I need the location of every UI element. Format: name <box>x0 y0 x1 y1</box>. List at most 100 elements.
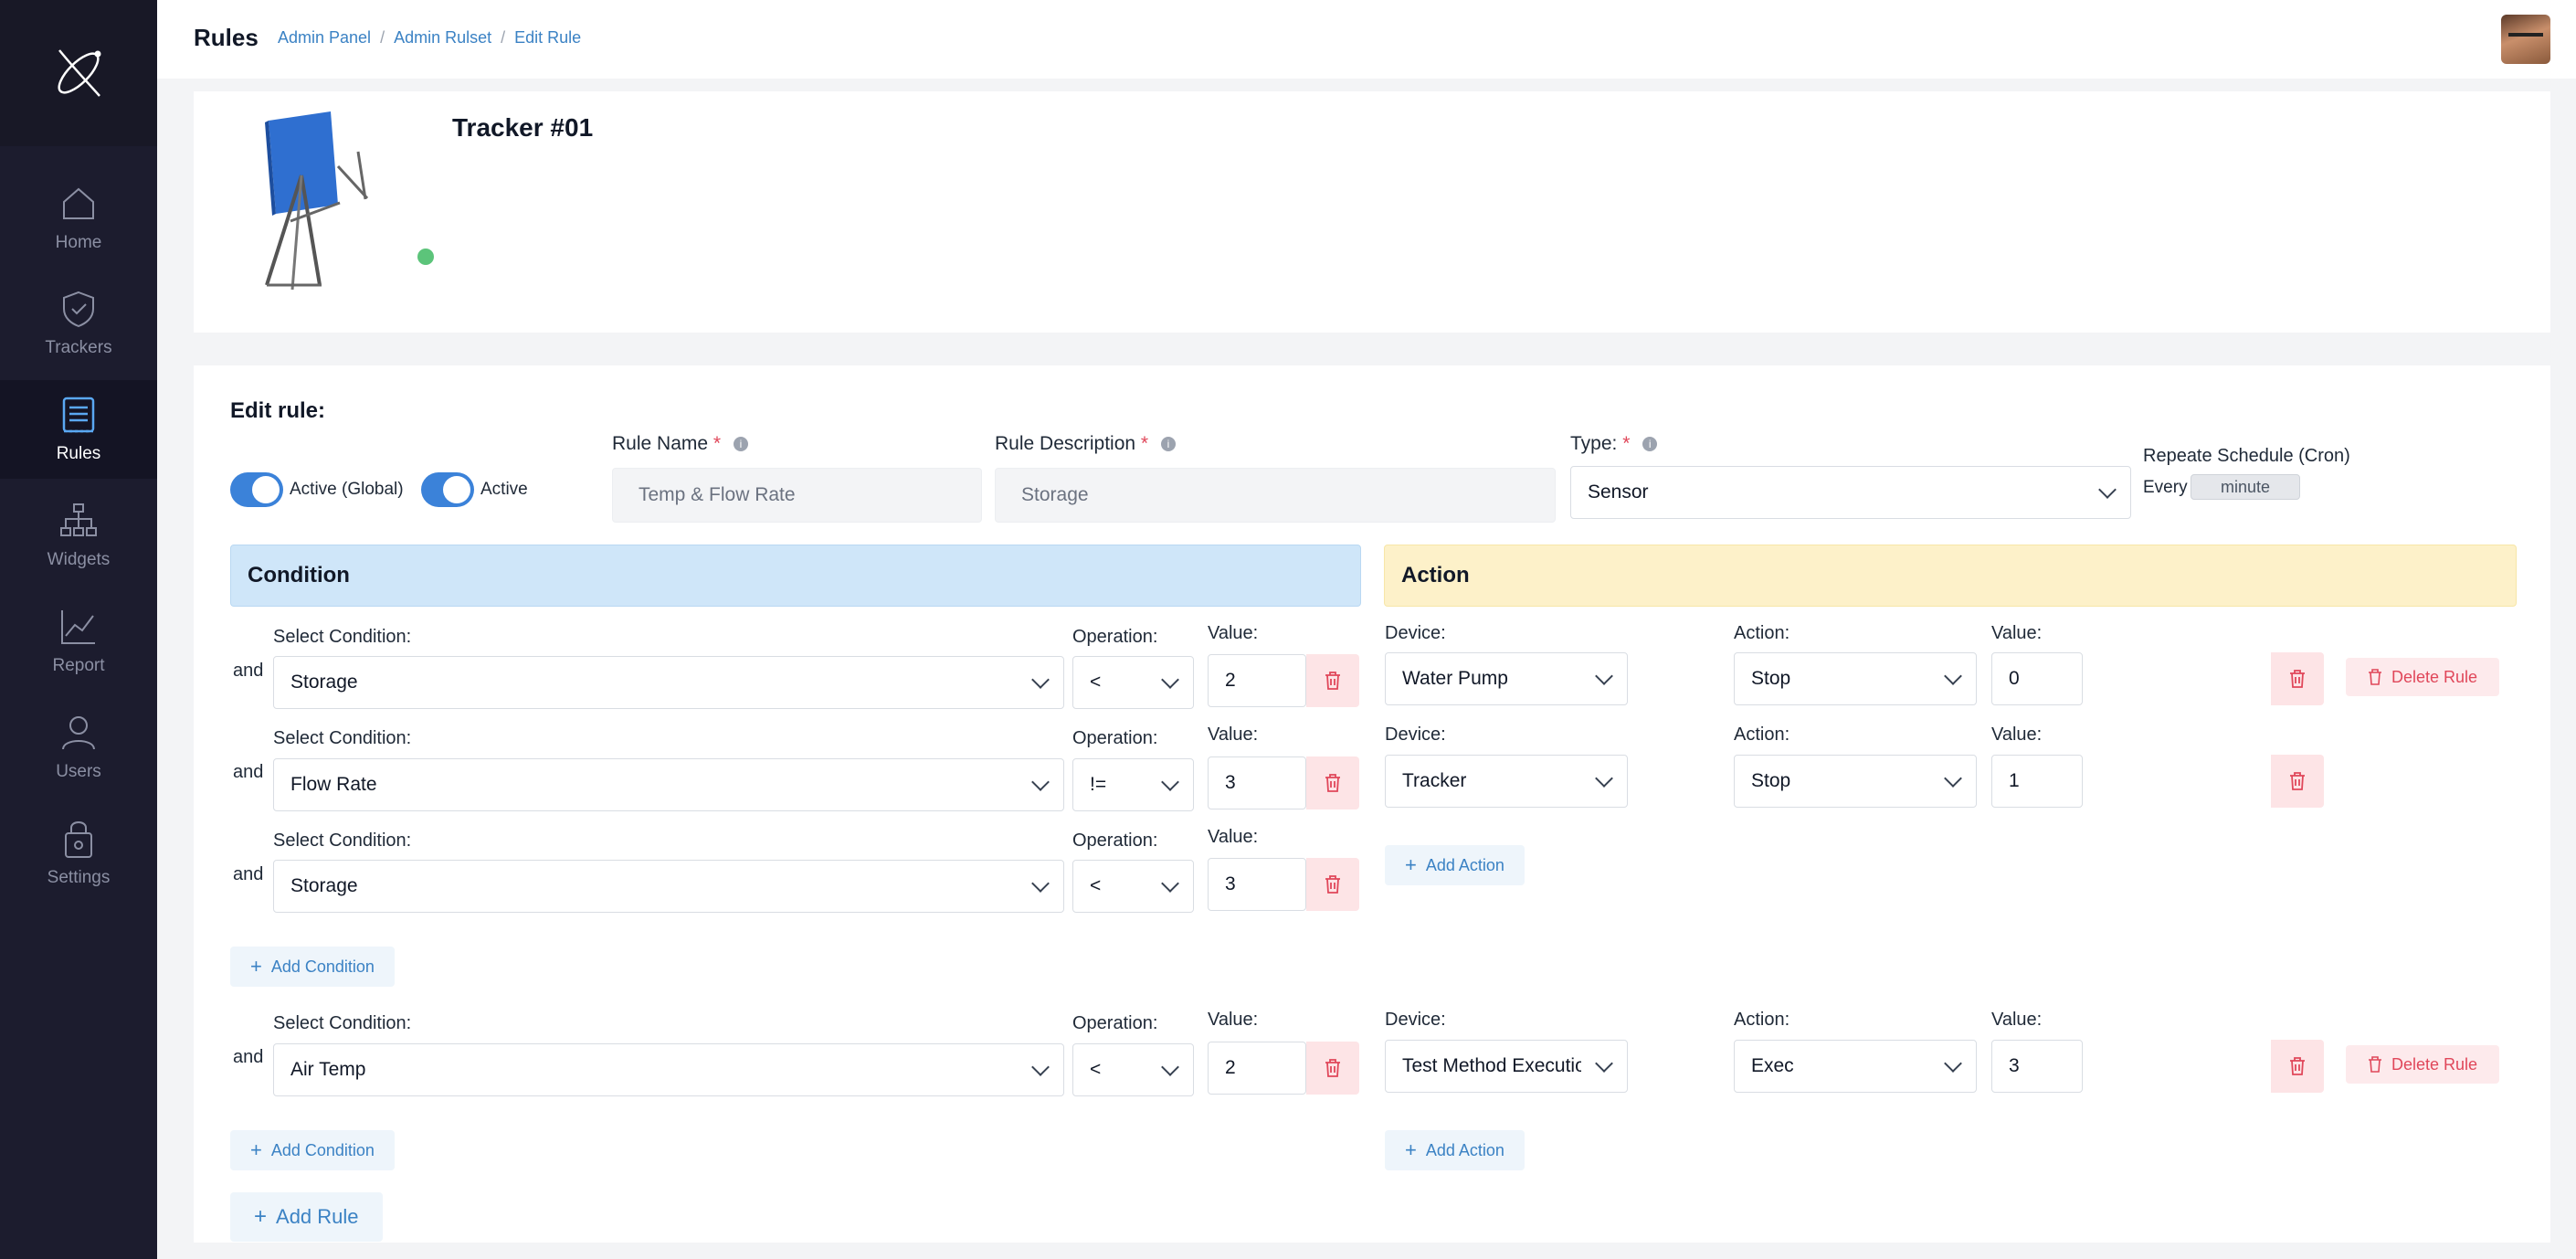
sidebar-item-widgets[interactable]: Widgets <box>0 486 157 585</box>
delete-rule-button[interactable]: Delete Rule <box>2346 1045 2500 1084</box>
device-select-value: Tracker <box>1402 770 1467 791</box>
action-value-input[interactable]: 1 <box>1991 755 2083 808</box>
user-avatar[interactable] <box>2501 15 2550 64</box>
device-select[interactable]: Water Pump <box>1385 652 1628 705</box>
delete-condition-button[interactable] <box>1306 756 1359 809</box>
solar-tracker-image <box>265 111 369 291</box>
sidebar-item-users[interactable]: Users <box>0 698 157 797</box>
chevron-down-icon <box>1031 1058 1050 1076</box>
breadcrumb-admin-ruleset[interactable]: Admin Rulset <box>394 28 491 48</box>
value-label: Value: <box>1208 827 1259 847</box>
add-condition-button[interactable]: + Add Condition <box>230 947 395 987</box>
action-select[interactable]: Exec <box>1734 1040 1977 1093</box>
active-toggle[interactable] <box>421 472 474 507</box>
delete-action-button[interactable] <box>2271 652 2324 705</box>
operation-label: Operation: <box>1072 1013 1158 1033</box>
info-icon[interactable]: i <box>733 437 748 451</box>
sidebar-item-settings[interactable]: Settings <box>0 804 157 903</box>
and-connector: and <box>233 762 264 782</box>
trash-icon <box>1325 875 1340 894</box>
type-select-value: Sensor <box>1588 481 1649 503</box>
add-action-button[interactable]: + Add Action <box>1385 845 1525 885</box>
add-rule-label: Add Rule <box>276 1205 359 1228</box>
delete-condition-button[interactable] <box>1306 1042 1359 1095</box>
value-label: Value: <box>1991 623 2043 643</box>
home-icon <box>63 187 94 219</box>
sidebar-item-label: Report <box>52 656 105 675</box>
rules-list-icon <box>62 397 95 433</box>
action-select[interactable]: Stop <box>1734 652 1977 705</box>
active-label: Active <box>480 480 528 499</box>
info-icon[interactable]: i <box>1642 437 1658 451</box>
chevron-down-icon <box>1161 874 1179 893</box>
delete-action-button[interactable] <box>2271 755 2324 808</box>
chart-line-icon <box>61 610 95 644</box>
chevron-down-icon <box>1595 769 1613 788</box>
action-select[interactable]: Stop <box>1734 755 1977 808</box>
chevron-down-icon <box>1944 1054 1962 1073</box>
cron-unit-input[interactable]: minute <box>2191 474 2300 500</box>
rule-description-label: Rule Description * i <box>995 433 1176 455</box>
device-label: Device: <box>1385 725 1446 745</box>
condition-value-input[interactable]: 2 <box>1208 654 1306 707</box>
condition-value-input[interactable]: 3 <box>1208 858 1306 911</box>
add-rule-button[interactable]: + Add Rule <box>230 1192 383 1242</box>
delete-condition-button[interactable] <box>1306 858 1359 911</box>
plus-icon: + <box>250 1138 262 1161</box>
select-condition-label: Select Condition: <box>273 831 412 851</box>
trash-icon <box>2369 669 2381 685</box>
top-header: Rules Admin Panel / Admin Rulset / Edit … <box>157 0 2576 79</box>
delete-condition-button[interactable] <box>1306 654 1359 707</box>
sidebar-item-report[interactable]: Report <box>0 592 157 691</box>
edit-rule-title: Edit rule: <box>230 398 326 423</box>
breadcrumb-separator: / <box>380 28 385 47</box>
tracker-title: Tracker #01 <box>452 113 594 142</box>
chevron-down-icon <box>1031 671 1050 689</box>
plus-icon: + <box>250 955 262 978</box>
value-label: Value: <box>1208 623 1259 643</box>
operation-select[interactable]: != <box>1072 758 1194 811</box>
condition-select-value: Flow Rate <box>290 774 377 795</box>
action-value-input[interactable]: 0 <box>1991 652 2083 705</box>
operation-select[interactable]: < <box>1072 1043 1194 1096</box>
sidebar-item-label: Trackers <box>45 338 112 357</box>
info-icon[interactable]: i <box>1160 437 1176 451</box>
breadcrumb-admin-panel[interactable]: Admin Panel <box>278 28 371 48</box>
tracker-card: Tracker #01 <box>194 91 2550 333</box>
add-action-button[interactable]: + Add Action <box>1385 1130 1525 1170</box>
add-condition-button[interactable]: + Add Condition <box>230 1130 395 1170</box>
delete-rule-label: Delete Rule <box>2391 667 2478 686</box>
condition-value-input[interactable]: 2 <box>1208 1042 1306 1095</box>
delete-rule-button[interactable]: Delete Rule <box>2346 658 2500 696</box>
condition-select-value: Storage <box>290 672 358 693</box>
trash-icon <box>1325 672 1340 690</box>
action-select-value: Stop <box>1751 770 1791 791</box>
condition-value-input[interactable]: 3 <box>1208 756 1306 809</box>
delete-action-button[interactable] <box>2271 1040 2324 1093</box>
breadcrumb-edit-rule[interactable]: Edit Rule <box>514 28 581 48</box>
app-logo[interactable] <box>0 0 157 146</box>
sidebar-item-label: Settings <box>47 868 111 887</box>
condition-select[interactable]: Storage <box>273 656 1064 709</box>
condition-select[interactable]: Air Temp <box>273 1043 1064 1096</box>
device-select-value: Water Pump <box>1402 668 1508 689</box>
sidebar-item-home[interactable]: Home <box>0 169 157 268</box>
operation-select[interactable]: < <box>1072 656 1194 709</box>
rule-description-input[interactable]: Storage <box>995 468 1556 523</box>
type-select[interactable]: Sensor <box>1570 466 2131 519</box>
sidebar-item-rules[interactable]: Rules <box>0 380 157 479</box>
operation-select[interactable]: < <box>1072 860 1194 913</box>
sidebar-item-label: Rules <box>56 444 101 463</box>
device-select[interactable]: Test Method Execution <box>1385 1040 1628 1093</box>
rule-name-input[interactable]: Temp & Flow Rate <box>612 468 982 523</box>
and-connector: and <box>233 661 264 681</box>
chevron-down-icon <box>1031 773 1050 791</box>
active-global-toggle[interactable] <box>230 472 283 507</box>
add-action-label: Add Action <box>1425 1140 1504 1159</box>
sidebar-item-trackers[interactable]: Trackers <box>0 274 157 373</box>
value-label: Value: <box>1991 725 2043 745</box>
device-select[interactable]: Tracker <box>1385 755 1628 808</box>
action-value-input[interactable]: 3 <box>1991 1040 2083 1093</box>
condition-select[interactable]: Flow Rate <box>273 758 1064 811</box>
condition-select[interactable]: Storage <box>273 860 1064 913</box>
